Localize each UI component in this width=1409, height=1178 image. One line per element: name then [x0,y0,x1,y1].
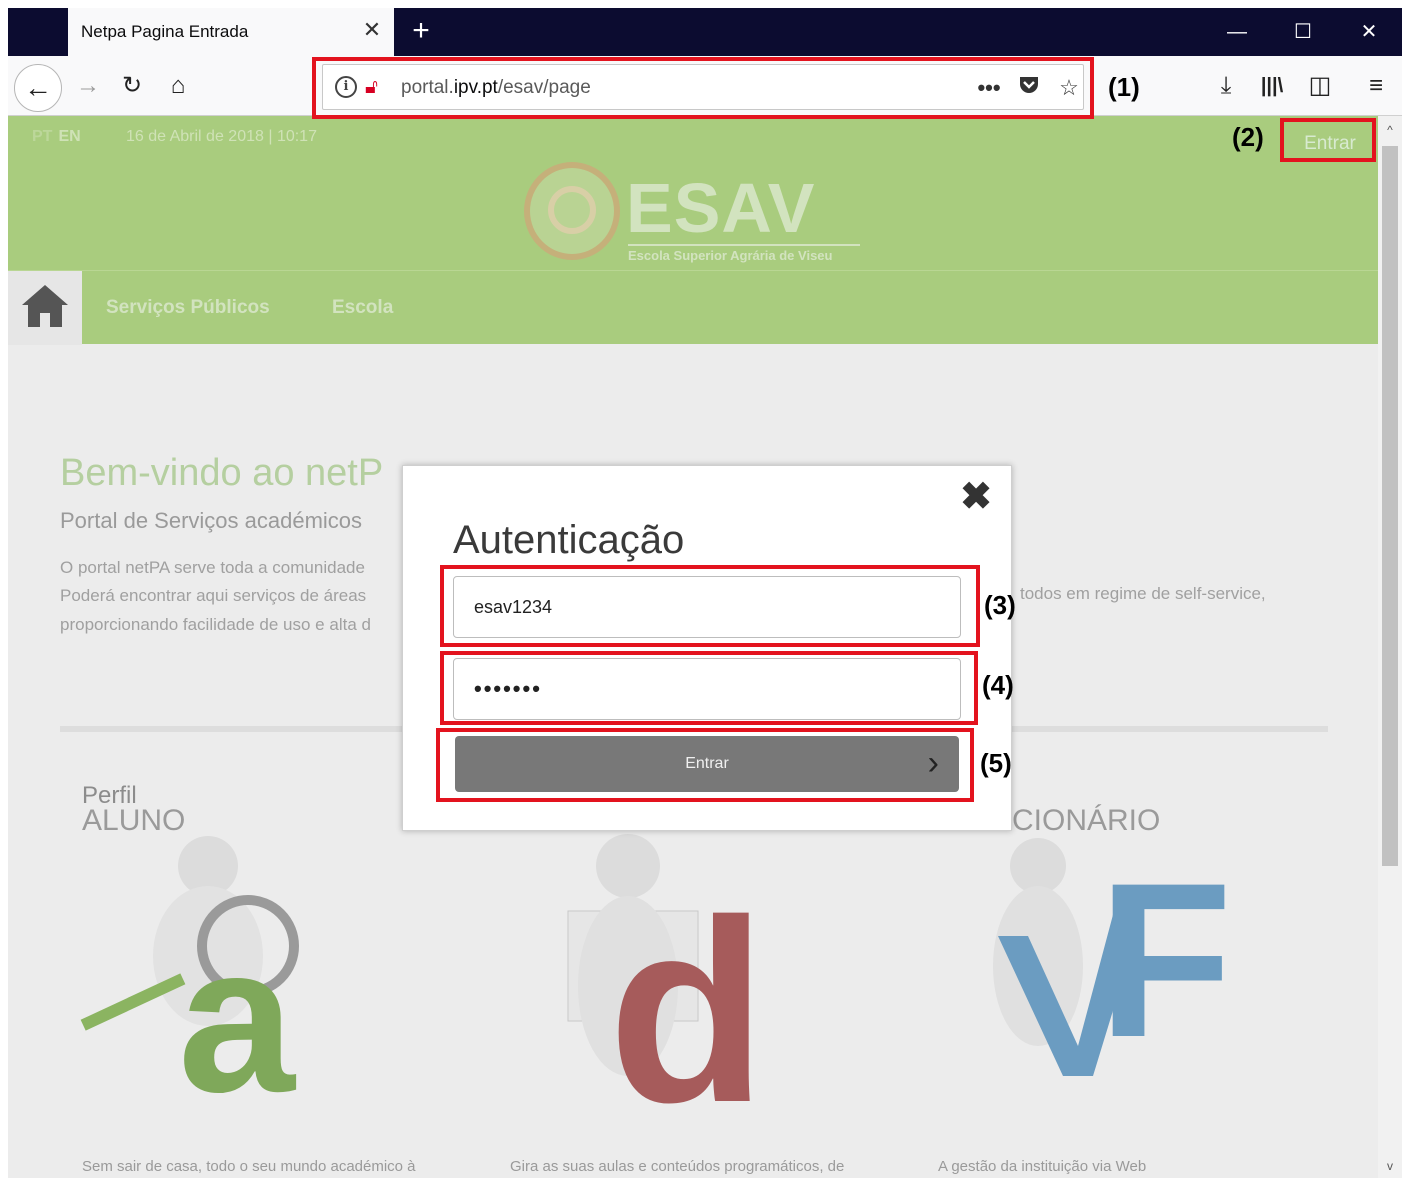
header-datetime: 16 de Abril de 2018 | 10:17 [126,128,317,145]
scroll-thumb[interactable] [1382,146,1398,866]
annotation-box-username [440,565,980,647]
annotation-box-submit [436,728,974,802]
svg-text:d: d [608,867,767,1116]
svg-text:F: F [1098,837,1232,1083]
annotation-box-password [440,651,978,725]
maximize-icon[interactable]: ☐ [1288,18,1318,46]
home-menu-button[interactable] [8,271,82,345]
browser-tab-bar: Netpa Pagina Entrada ✕ + — ☐ ✕ [8,8,1402,56]
reload-icon[interactable]: ↻ [114,68,150,104]
lang-pt-link[interactable]: PT [32,128,52,145]
tab-close-icon[interactable]: ✕ [360,18,384,42]
main-menu: Serviços Públicos Escola [8,270,1378,345]
svg-text:a: a [178,901,297,1106]
welcome-title: Bem-vindo ao netP [60,452,384,494]
annotation-label-1: (1) [1108,72,1140,102]
forward-arrow-icon[interactable]: → [70,68,106,104]
welcome-paragraph-line: proporcionando facilidade de uso e alta … [60,615,371,634]
modal-title: Autenticação [453,518,685,562]
site-header: PT EN 16 de Abril de 2018 | 10:17 Entrar … [8,116,1378,270]
window-close-icon[interactable]: ✕ [1354,18,1384,46]
scroll-down-icon[interactable]: v [1382,1158,1398,1174]
docente-caption: Gira as suas aulas e conteúdos programát… [510,1158,845,1175]
welcome-paragraph-line: Poderá encontrar aqui serviços de áreas [60,586,367,605]
annotation-label-2: (2) [1232,122,1264,152]
sidebar-icon[interactable]: ◫ [1302,68,1338,104]
download-icon[interactable]: ⤓ [1208,68,1244,104]
funcionario-illustration[interactable]: F [968,816,1268,1096]
menu-escola[interactable]: Escola [332,297,393,319]
welcome-paragraph-line: O portal netPA serve toda a comunidade [60,558,365,577]
new-tab-button[interactable]: + [406,16,436,46]
close-icon[interactable]: ✖ [959,478,993,516]
back-arrow-icon[interactable]: ← [14,64,62,112]
language-switcher: PT EN [32,128,81,146]
funcionario-caption: A gestão da instituição via Web [938,1158,1147,1175]
scroll-up-icon[interactable]: ^ [1382,122,1398,138]
esav-logo-emblem [524,162,620,260]
minimize-icon[interactable]: — [1222,18,1252,46]
page-scrollbar[interactable]: ^ v [1378,116,1402,1178]
annotation-label-3: (3) [984,590,1016,620]
annotation-box-enter [1280,118,1376,162]
tab-title: Netpa Pagina Entrada [81,22,249,41]
aluno-caption: Sem sair de casa, todo o seu mundo acadé… [82,1158,416,1175]
library-icon[interactable]: |||\ [1254,68,1290,104]
annotation-box-url [312,57,1094,119]
browser-tab[interactable]: Netpa Pagina Entrada ✕ [68,8,394,56]
house-icon [22,285,68,327]
logo-subtitle: Escola Superior Agrária de Viseu [628,244,860,263]
docente-illustration[interactable]: d [528,816,828,1116]
annotation-label-5: (5) [980,748,1012,778]
welcome-paragraph-fragment: todos em regime de self-service, [1020,584,1266,603]
aluno-illustration[interactable]: a [68,836,368,1106]
menu-hamburger-icon[interactable]: ≡ [1358,68,1394,104]
welcome-subtitle: Portal de Serviços académicos [60,508,363,533]
annotation-label-4: (4) [982,670,1014,700]
lang-en-link[interactable]: EN [58,128,80,145]
menu-servicos-publicos[interactable]: Serviços Públicos [106,297,270,319]
logo-title: ESAV [626,169,816,247]
profile-aluno-label[interactable]: ALUNO [82,804,185,838]
home-icon[interactable]: ⌂ [160,68,196,104]
